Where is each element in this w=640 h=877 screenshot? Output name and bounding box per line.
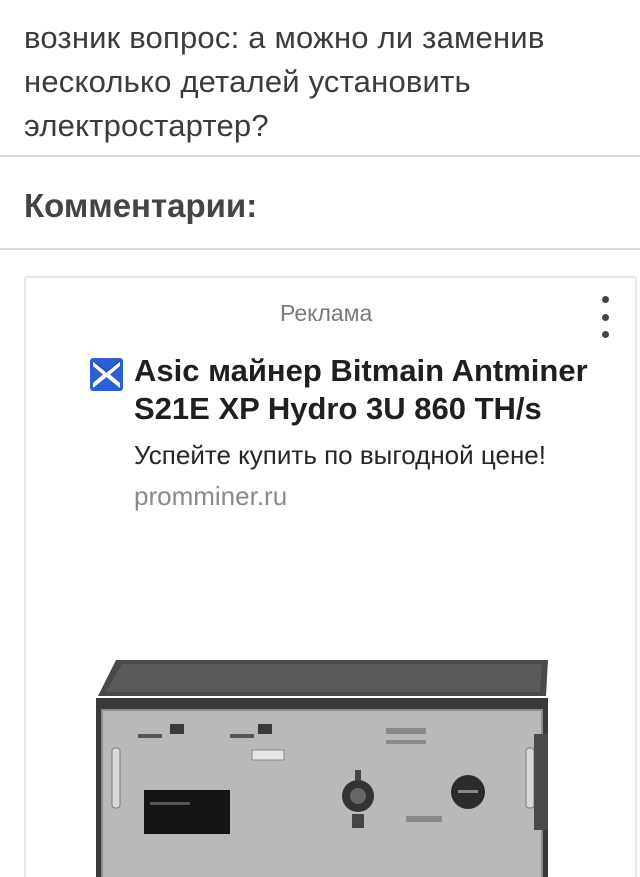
article-line: несколько деталей установить [24,64,471,99]
divider [0,155,640,157]
ad-network-x-icon [90,358,123,391]
divider [0,248,640,250]
article-line: электростартер? [24,108,269,143]
comments-heading: Комментарии: [24,187,258,224]
ad-label: Реклама [280,300,373,326]
article-tail: возник вопрос: а можно ли заменив нескол… [0,0,640,156]
asic-miner-product-photo[interactable] [26,548,637,877]
ad-text: Успейте купить по выгодной цене! [134,440,546,470]
ad-domain-link[interactable]: promminer.ru [134,478,287,514]
more-vertical-icon[interactable] [592,296,618,338]
ad-card[interactable]: Реклама Asic майнер Bitmain Antminer S21… [24,276,637,877]
article-line: возник вопрос: а можно ли заменив [24,20,545,55]
ad-title[interactable]: Asic майнер Bitmain Antminer S21E XP Hyd… [134,352,634,428]
